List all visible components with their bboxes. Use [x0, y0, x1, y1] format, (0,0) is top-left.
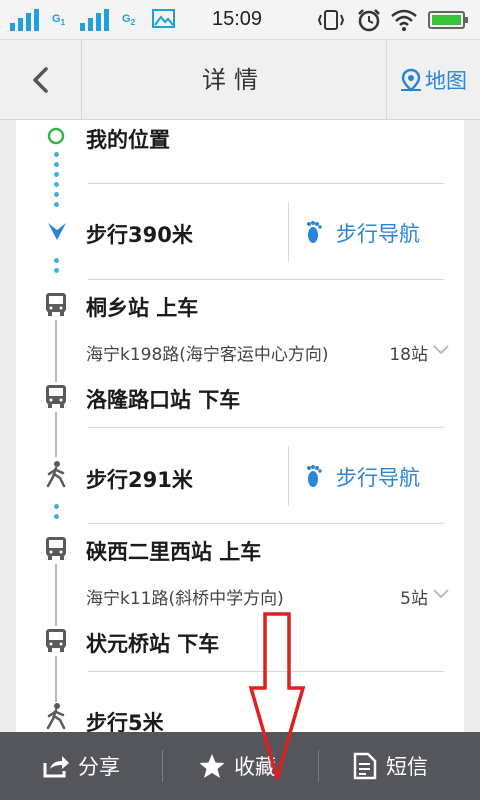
walking-person-icon	[46, 703, 66, 730]
bus-line-label: 海宁k11路(斜桥中学方向)	[86, 589, 284, 609]
chevron-left-icon	[32, 67, 48, 93]
start-point-icon	[47, 127, 65, 145]
battery-icon	[428, 11, 468, 29]
walking-person-icon	[46, 461, 66, 488]
chevron-down-icon[interactable]	[432, 344, 450, 356]
sim2-label: G2	[122, 13, 136, 28]
step-alight-label: 洛隆路口站 下车	[86, 388, 241, 412]
share-label: 分享	[78, 755, 120, 779]
step-board-label: 硖西二里西站 上车	[86, 540, 262, 564]
route-dot	[54, 504, 59, 509]
divider	[88, 523, 444, 524]
star-icon	[199, 754, 225, 778]
route-dot	[54, 192, 59, 197]
bus-icon	[46, 385, 66, 408]
step-walk-label: 步行291米	[86, 468, 193, 492]
route-dot	[54, 268, 59, 273]
stop-count: 5站	[400, 589, 428, 609]
status-bar: G1 G2 15:09	[0, 0, 480, 40]
step-board-label: 桐乡站 上车	[86, 296, 199, 320]
divider	[88, 427, 444, 428]
separator	[288, 446, 289, 506]
route-dot	[54, 152, 59, 157]
direction-arrow-icon	[48, 223, 66, 240]
sms-button[interactable]: 短信	[352, 732, 428, 800]
map-button-label: 地图	[425, 69, 467, 93]
walk-navigation-label: 步行导航	[336, 222, 420, 246]
route-dot	[54, 162, 59, 167]
route-dot	[54, 202, 59, 207]
bus-icon	[46, 537, 66, 560]
share-button[interactable]: 分享	[42, 732, 120, 800]
divider	[88, 279, 444, 280]
sms-label: 短信	[386, 755, 428, 779]
step-walk-label: 步行390米	[86, 223, 193, 247]
clock-time: 15:09	[212, 8, 263, 30]
signal-strength-icon	[80, 9, 109, 31]
map-pin-icon	[401, 68, 421, 92]
route-line	[55, 656, 57, 702]
signal-strength-icon	[10, 9, 39, 31]
route-dot	[54, 172, 59, 177]
bus-icon	[46, 293, 66, 316]
image-icon	[152, 9, 175, 28]
divider	[88, 183, 444, 184]
route-line	[55, 564, 57, 626]
route-line	[55, 320, 57, 382]
step-walk-label: 步行5米	[86, 711, 164, 732]
walk-navigation-button[interactable]: 步行导航	[304, 218, 420, 248]
annotation-arrow	[248, 612, 306, 780]
separator	[288, 202, 289, 262]
route-dot	[54, 514, 59, 519]
footprint-icon	[307, 221, 322, 243]
document-icon	[353, 752, 377, 780]
chevron-down-icon[interactable]	[432, 588, 450, 600]
share-icon	[43, 756, 69, 778]
bottom-action-bar: 分享 收藏 短信	[0, 732, 480, 800]
vibrate-icon	[318, 10, 344, 30]
route-dot	[54, 182, 59, 187]
bus-line-label: 海宁k198路(海宁客运中心方向)	[86, 345, 329, 365]
wifi-icon	[391, 9, 417, 31]
route-line	[55, 412, 57, 457]
header-bar: 详情 地图	[0, 40, 480, 120]
route-dot	[54, 258, 59, 263]
walk-navigation-label: 步行导航	[336, 466, 420, 490]
step-start-label: 我的位置	[86, 128, 170, 152]
separator	[318, 750, 319, 782]
separator	[162, 750, 163, 782]
route-detail-list[interactable]: 我的位置 步行390米 步行导航 桐乡站 上车 海宁k198路(海宁客运中心方向…	[16, 120, 464, 732]
step-alight-label: 状元桥站 下车	[86, 632, 220, 656]
map-button[interactable]: 地图	[386, 40, 480, 120]
alarm-icon	[358, 9, 380, 32]
page-title: 详情	[202, 66, 266, 94]
footprint-icon	[307, 465, 322, 487]
stop-count: 18站	[389, 345, 428, 365]
bus-icon	[46, 629, 66, 652]
sim1-label: G1	[52, 13, 66, 28]
back-button[interactable]	[0, 40, 82, 120]
walk-navigation-button[interactable]: 步行导航	[304, 462, 420, 492]
